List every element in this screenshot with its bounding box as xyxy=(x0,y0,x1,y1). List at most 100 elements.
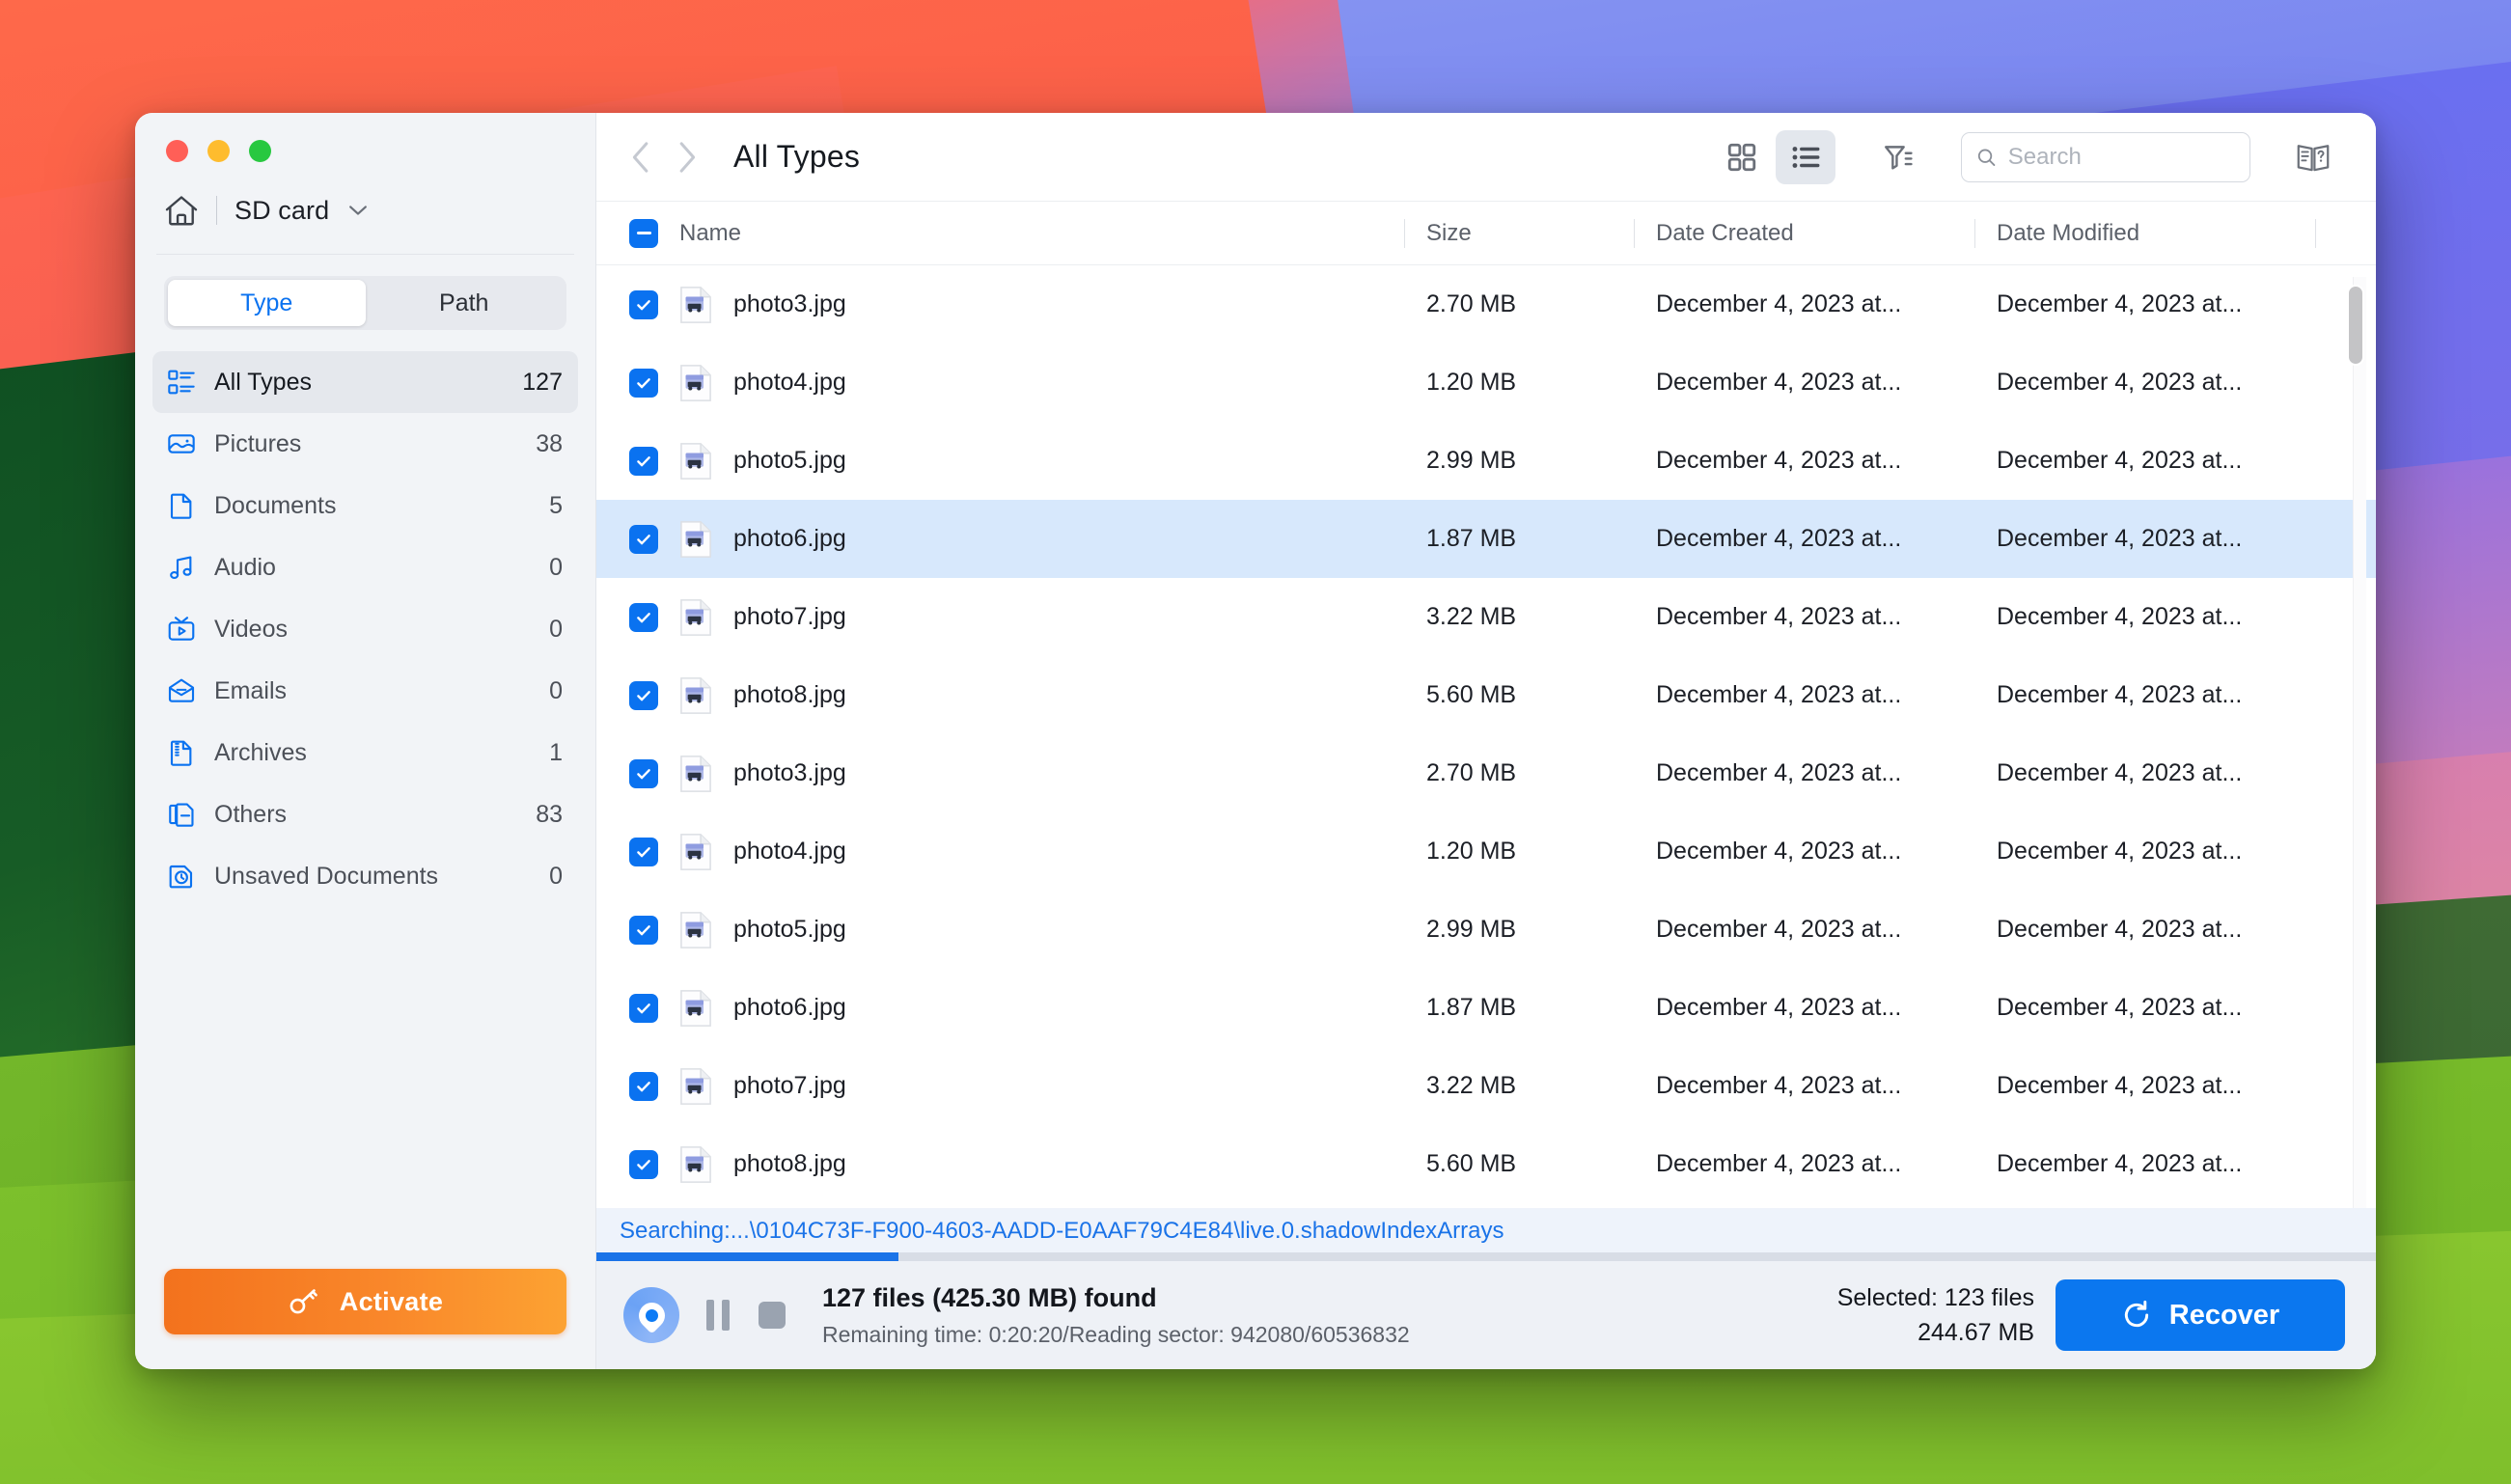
grid-view-button[interactable] xyxy=(1712,130,1772,184)
selected-size-text: 244.67 MB xyxy=(1918,1318,2034,1346)
row-divider-4 xyxy=(2315,838,2316,866)
row-checkbox[interactable] xyxy=(629,602,658,632)
file-list[interactable]: photo3.jpg 2.70 MB December 4, 2023 at... D… xyxy=(596,265,2376,1208)
cell-name: photo8.jpg xyxy=(629,676,1404,715)
sidebar-item-label: Videos xyxy=(214,615,288,643)
table-row[interactable]: photo5.jpg 2.99 MB December 4, 2023 at... D… xyxy=(596,891,2376,969)
row-checkbox[interactable] xyxy=(629,289,658,319)
file-name: photo6.jpg xyxy=(733,525,846,552)
column-divider-1 xyxy=(1404,218,1405,248)
row-checkbox[interactable] xyxy=(629,1071,658,1101)
row-divider-2 xyxy=(1634,759,1635,788)
navigation-arrows xyxy=(631,141,697,174)
close-button[interactable] xyxy=(166,140,188,162)
vertical-scrollbar-thumb[interactable] xyxy=(2347,285,2364,366)
table-row[interactable]: photo8.jpg 5.60 MB December 4, 2023 at... D… xyxy=(596,656,2376,734)
row-checkbox[interactable] xyxy=(629,837,658,866)
location-divider xyxy=(216,196,217,225)
table-row[interactable]: photo8.jpg 5.60 MB December 4, 2023 at... D… xyxy=(596,1125,2376,1203)
file-name: photo7.jpg xyxy=(733,1072,846,1099)
row-checkbox[interactable] xyxy=(629,368,658,398)
table-row[interactable]: photo7.jpg 3.22 MB December 4, 2023 at... D… xyxy=(596,1047,2376,1125)
file-name: photo3.jpg xyxy=(733,759,846,786)
file-date-created: December 4, 2023 at... xyxy=(1656,838,1902,865)
tab-type[interactable]: Type xyxy=(168,280,366,326)
activate-button[interactable]: Activate xyxy=(164,1269,566,1334)
tab-path[interactable]: Path xyxy=(366,280,564,326)
file-size: 3.22 MB xyxy=(1426,603,1517,630)
stop-button[interactable] xyxy=(759,1302,786,1329)
row-checkbox[interactable] xyxy=(629,446,658,476)
table-row[interactable]: photo4.jpg 1.20 MB December 4, 2023 at... D… xyxy=(596,344,2376,422)
row-checkbox[interactable] xyxy=(629,680,658,710)
location-selector[interactable]: SD card xyxy=(135,173,595,242)
list-view-button[interactable] xyxy=(1776,129,1835,184)
table-row[interactable]: photo6.jpg 1.87 MB December 4, 2023 at... D… xyxy=(596,500,2376,578)
filter-button[interactable] xyxy=(1868,130,1928,184)
row-divider-4 xyxy=(2315,1072,2316,1101)
recover-button[interactable]: Recover xyxy=(2056,1279,2345,1351)
row-divider-2 xyxy=(1634,994,1635,1023)
row-divider-3 xyxy=(1974,447,1975,476)
search-input[interactable] xyxy=(2007,143,2236,171)
row-checkbox[interactable] xyxy=(629,915,658,945)
location-name: SD card xyxy=(235,195,330,225)
select-all-checkbox[interactable] xyxy=(629,218,658,248)
table-row[interactable]: photo7.jpg 3.22 MB December 4, 2023 at... D… xyxy=(596,578,2376,656)
progress-track xyxy=(596,1252,2376,1261)
row-checkbox[interactable] xyxy=(629,1149,658,1179)
cell-name: photo7.jpg xyxy=(629,598,1404,637)
sidebar-item-archives[interactable]: Archives 1 xyxy=(152,722,578,783)
image-file-icon xyxy=(680,364,711,401)
maximize-button[interactable] xyxy=(249,140,271,162)
scanning-spinner-icon xyxy=(623,1287,679,1343)
column-header-date-created[interactable]: Date Created xyxy=(1656,220,1974,247)
row-divider-1 xyxy=(1404,1072,1405,1101)
help-button[interactable] xyxy=(2283,130,2343,184)
file-size: 1.20 MB xyxy=(1426,838,1517,865)
chevron-left-icon[interactable] xyxy=(631,141,650,174)
file-name: photo3.jpg xyxy=(733,290,846,317)
file-date-created: December 4, 2023 at... xyxy=(1656,1072,1902,1099)
cell-name: photo5.jpg xyxy=(629,911,1404,949)
progress-fill xyxy=(596,1252,899,1261)
sidebar-item-emails[interactable]: Emails 0 xyxy=(152,660,578,722)
recover-label: Recover xyxy=(2168,1299,2280,1331)
sidebar-item-others[interactable]: Others 83 xyxy=(152,783,578,845)
sidebar-item-documents[interactable]: Documents 5 xyxy=(152,475,578,536)
type-path-segmented-control: Type Path xyxy=(164,276,566,330)
row-checkbox[interactable] xyxy=(629,758,658,788)
row-divider-3 xyxy=(1974,369,1975,398)
row-checkbox[interactable] xyxy=(629,524,658,554)
table-row[interactable]: photo3.jpg 2.70 MB December 4, 2023 at... D… xyxy=(596,734,2376,812)
pause-button[interactable] xyxy=(706,1300,730,1331)
sidebar-item-videos[interactable]: Videos 0 xyxy=(152,598,578,660)
vertical-scrollbar-track[interactable] xyxy=(2353,277,2366,1208)
bottom-bar: 127 files (425.30 MB) found Remaining ti… xyxy=(596,1261,2376,1369)
table-row[interactable]: photo6.jpg 1.87 MB December 4, 2023 at... D… xyxy=(596,969,2376,1047)
spinner-drop-shape xyxy=(632,1296,671,1334)
file-name: photo5.jpg xyxy=(733,447,846,474)
row-divider-4 xyxy=(2315,447,2316,476)
column-header-size[interactable]: Size xyxy=(1426,220,1634,247)
table-row[interactable]: photo3.jpg 2.70 MB December 4, 2023 at... D… xyxy=(596,265,2376,344)
row-divider-1 xyxy=(1404,525,1405,554)
search-box[interactable] xyxy=(1961,131,2250,182)
column-header-name[interactable]: Name xyxy=(679,220,741,247)
sidebar-item-unsaved-documents[interactable]: Unsaved Documents 0 xyxy=(152,845,578,907)
row-checkbox[interactable] xyxy=(629,993,658,1023)
row-divider-2 xyxy=(1634,447,1635,476)
activate-section: Activate xyxy=(135,1269,595,1369)
column-header-date-modified[interactable]: Date Modified xyxy=(1997,220,2315,247)
chevron-right-icon[interactable] xyxy=(677,141,697,174)
sidebar-item-pictures[interactable]: Pictures 38 xyxy=(152,413,578,475)
table-row[interactable]: photo5.jpg 2.99 MB December 4, 2023 at... D… xyxy=(596,422,2376,500)
home-icon xyxy=(165,196,198,226)
unsaved-documents-icon xyxy=(169,865,193,889)
minimize-button[interactable] xyxy=(207,140,230,162)
sidebar-item-all-types[interactable]: All Types 127 xyxy=(152,351,578,413)
file-size: 1.87 MB xyxy=(1426,994,1517,1021)
scanning-path-text: Searching:...\0104C73F-F900-4603-AADD-E0… xyxy=(620,1218,1504,1244)
sidebar-item-audio[interactable]: Audio 0 xyxy=(152,536,578,598)
table-row[interactable]: photo4.jpg 1.20 MB December 4, 2023 at... D… xyxy=(596,812,2376,891)
